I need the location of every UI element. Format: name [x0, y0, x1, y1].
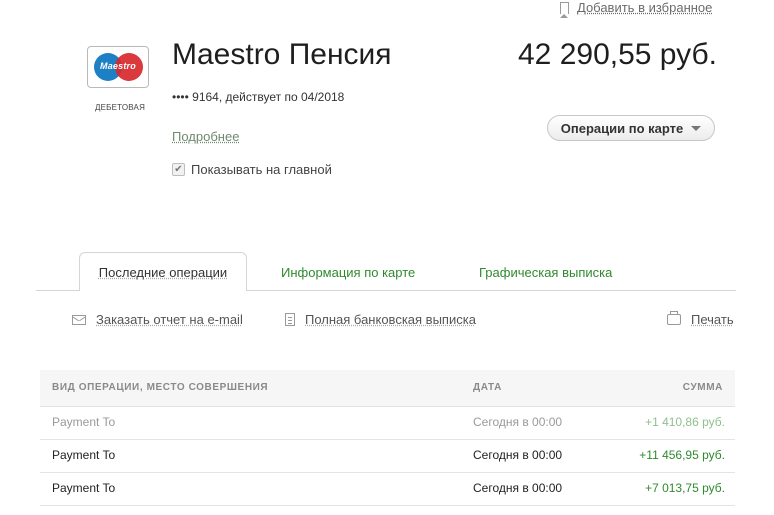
chevron-down-icon [691, 125, 702, 131]
card-type-label: ДЕБЕТОВАЯ [95, 103, 146, 112]
card-title: Maestro Пенсия [172, 38, 392, 71]
print-link[interactable]: Печать [667, 311, 734, 327]
operations-table-header: ВИД ОПЕРАЦИИ, МЕСТО СОВЕРШЕНИЯ ДАТА СУММ… [40, 370, 735, 407]
show-on-main-label: Показывать на главной [191, 162, 332, 177]
email-report-link[interactable]: Заказать отчет на e-mail [72, 312, 243, 327]
column-header-operation: ВИД ОПЕРАЦИИ, МЕСТО СОВЕРШЕНИЯ [52, 382, 269, 393]
column-header-amount: СУММА [682, 382, 723, 393]
print-label: Печать [691, 312, 734, 327]
operation-amount: +11 456,95 руб. [639, 448, 725, 462]
card-balance: 42 290,55 руб. [518, 38, 717, 71]
card-logo: Maestro [87, 46, 149, 88]
operation-date: Сегодня в 00:00 [473, 448, 563, 462]
add-to-favorites-label: Добавить в избранное [577, 0, 713, 15]
printer-icon [667, 311, 681, 325]
card-operations-label: Операции по карте [560, 120, 684, 136]
operation-amount: +7 013,75 руб. [645, 481, 725, 495]
card-number-expiry: •••• 9164, действует по 04/2018 [172, 90, 345, 104]
operation-date: Сегодня в 00:00 [473, 481, 563, 495]
card-operations-dropdown[interactable]: Операции по карте [547, 115, 715, 141]
operation-date: Сегодня в 00:00 [473, 415, 563, 429]
tab-recent-operations[interactable]: Последние операции [79, 252, 247, 291]
show-on-main-checkbox[interactable]: ✔ [172, 163, 185, 176]
full-statement-link[interactable]: Полная банковская выписка [285, 312, 476, 327]
details-link[interactable]: Подробнее [172, 129, 239, 144]
operation-description: Payment To [52, 415, 116, 429]
full-statement-label: Полная банковская выписка [305, 312, 476, 327]
table-row[interactable]: Payment To Сегодня в 00:00 +1 410,86 руб… [40, 406, 735, 440]
email-report-label: Заказать отчет на e-mail [96, 312, 243, 327]
column-header-date: ДАТА [473, 382, 502, 393]
operation-description: Payment To [52, 481, 116, 495]
bookmark-icon [560, 1, 569, 18]
tab-graphic-statement[interactable]: Графическая выписка [479, 265, 612, 280]
operation-description: Payment To [52, 448, 116, 462]
operation-amount: +1 410,86 руб. [645, 415, 725, 429]
document-icon [285, 313, 295, 326]
add-to-favorites-link[interactable]: Добавить в избранное [560, 0, 713, 18]
card-brand: Maestro [100, 61, 136, 71]
table-row[interactable]: Payment To Сегодня в 00:00 +7 013,75 руб… [40, 472, 735, 506]
tab-recent-operations-label: Последние операции [98, 264, 228, 280]
mail-icon [72, 314, 86, 325]
show-on-main-option[interactable]: ✔ Показывать на главной [172, 162, 332, 177]
tab-card-info[interactable]: Информация по карте [281, 265, 415, 280]
table-row[interactable]: Payment To Сегодня в 00:00 +11 456,95 ру… [40, 439, 735, 473]
